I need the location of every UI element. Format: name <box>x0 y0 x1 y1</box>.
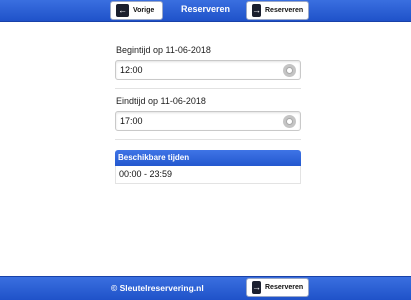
reserve-button-top[interactable]: → Reserveren <box>246 1 309 20</box>
end-time-value: 17:00 <box>120 116 143 126</box>
start-time-label: Begintijd op 11-06-2018 <box>116 45 211 55</box>
divider <box>115 139 301 140</box>
arrow-right-icon: → <box>252 4 261 17</box>
reserve-button-label: Reserveren <box>265 284 304 291</box>
divider <box>115 88 301 89</box>
clear-icon[interactable] <box>283 64 296 77</box>
arrow-left-icon: ← <box>116 4 129 17</box>
page-title: Reserveren <box>180 4 231 14</box>
header-bar: Reserveren ← Vorige → Reserveren <box>0 0 411 22</box>
available-times-header: Beschikbare tijden <box>115 150 301 166</box>
available-time-slot: 00:00 - 23:59 <box>115 166 301 184</box>
arrow-right-icon: → <box>252 281 261 294</box>
reserve-button-bottom[interactable]: → Reserveren <box>246 278 309 297</box>
back-button-label: Vorige <box>133 7 155 14</box>
clear-icon[interactable] <box>283 115 296 128</box>
copyright-text: © Sleutelreservering.nl <box>111 283 204 293</box>
start-time-input[interactable]: 12:00 <box>115 60 301 80</box>
back-button[interactable]: ← Vorige <box>110 1 163 20</box>
footer-bar <box>0 276 411 300</box>
reserve-button-label: Reserveren <box>265 7 304 14</box>
end-time-input[interactable]: 17:00 <box>115 111 301 131</box>
start-time-value: 12:00 <box>120 65 143 75</box>
end-time-label: Eindtijd op 11-06-2018 <box>116 96 206 106</box>
